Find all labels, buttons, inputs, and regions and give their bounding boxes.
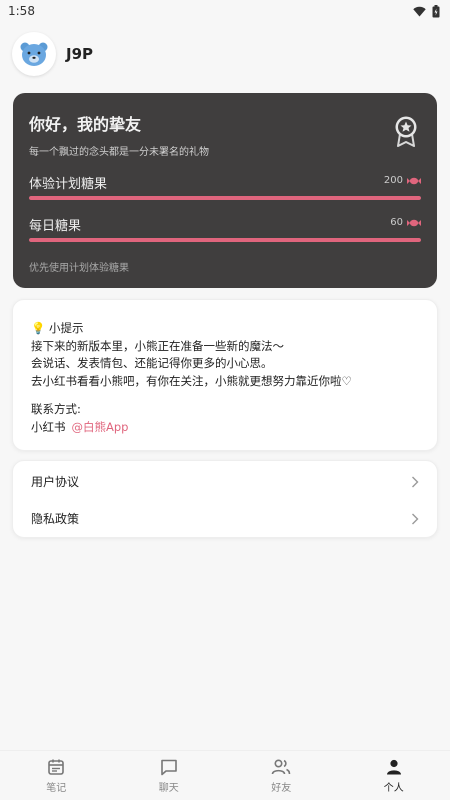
status-time: 1:58 [8, 4, 35, 18]
daily-candy-bar-fill [29, 238, 421, 242]
contact-platform: 小红书 [31, 419, 66, 434]
bear-avatar-icon [20, 42, 48, 66]
user-agreement-item[interactable]: 用户协议 [13, 463, 437, 500]
status-bar: 1:58 [0, 0, 450, 22]
plan-candy-label: 体验计划糖果 [29, 177, 108, 192]
tab-friends-label: 好友 [271, 782, 292, 794]
candy-icon [407, 177, 421, 184]
tab-friends[interactable]: 好友 [225, 751, 338, 800]
daily-candy-label: 每日糖果 [29, 219, 82, 234]
tab-notes-label: 笔记 [46, 782, 67, 794]
user-agreement-label: 用户协议 [31, 475, 80, 489]
tips-title: 小提示 [48, 321, 84, 335]
bottom-tab-bar: 笔记 聊天 好友 个人 [0, 750, 450, 800]
settings-menu: 用户协议 隐私政策 [12, 460, 438, 538]
candy-card: 你好，我的挚友 每一个飘过的念头都是一分未署名的礼物 体验计划糖果 200 每日… [13, 93, 437, 288]
tips-title-row: 💡 小提示 [31, 320, 419, 338]
contact-handle-link[interactable]: @白熊App [72, 420, 129, 434]
tab-chat[interactable]: 聊天 [113, 751, 226, 800]
tab-profile-label: 个人 [383, 782, 404, 794]
plan-candy-bar-fill [29, 196, 421, 200]
tab-profile[interactable]: 个人 [338, 751, 450, 800]
tips-line-3: 去小红书看看小熊吧，有你在关注，小熊就更想努力靠近你啦♡ [31, 373, 352, 388]
person-icon [386, 759, 401, 774]
privacy-policy-item[interactable]: 隐私政策 [13, 500, 437, 537]
greeting-title: 你好，我的挚友 [29, 115, 142, 134]
award-badge-icon [395, 116, 417, 147]
chevron-right-icon [412, 476, 419, 487]
contact-label: 联系方式: [31, 402, 81, 416]
battery-icon [432, 4, 440, 17]
wifi-icon [413, 6, 426, 16]
chat-icon [160, 759, 177, 775]
daily-candy-value: 60 [390, 217, 403, 228]
tab-notes[interactable]: 笔记 [0, 751, 113, 800]
friends-icon [271, 758, 291, 774]
chevron-right-icon [412, 513, 419, 524]
greeting-subtitle: 每一个飘过的念头都是一分未署名的礼物 [29, 147, 209, 158]
candy-icon [407, 219, 421, 226]
candy-priority-note: 优先使用计划体验糖果 [29, 263, 129, 274]
privacy-policy-label: 隐私政策 [31, 512, 80, 526]
status-icons [413, 4, 440, 18]
username: J9P [66, 45, 94, 63]
daily-candy-row: 每日糖果 60 [29, 215, 421, 242]
lightbulb-icon: 💡 [31, 321, 46, 335]
plan-candy-row: 体验计划糖果 200 [29, 173, 421, 200]
plan-candy-value-group: 200 [384, 175, 421, 186]
tips-line-1: 接下来的新版本里，小熊正在准备一些新的魔法～ [31, 338, 284, 353]
calendar-icon [48, 759, 65, 775]
tips-line-2: 会说话、发表情包、还能记得你更多的小心思。 [31, 356, 273, 370]
plan-candy-bar [29, 196, 421, 200]
daily-candy-value-group: 60 [390, 217, 421, 228]
plan-candy-value: 200 [383, 175, 403, 186]
avatar[interactable] [12, 32, 56, 76]
tab-chat-label: 聊天 [158, 782, 179, 794]
tips-card: 💡 小提示 接下来的新版本里，小熊正在准备一些新的魔法～ 会说话、发表情包、还能… [12, 299, 438, 451]
profile-header: J9P [12, 32, 93, 76]
contact-row: 小红书 @白熊App [31, 419, 419, 437]
daily-candy-bar [29, 238, 421, 242]
